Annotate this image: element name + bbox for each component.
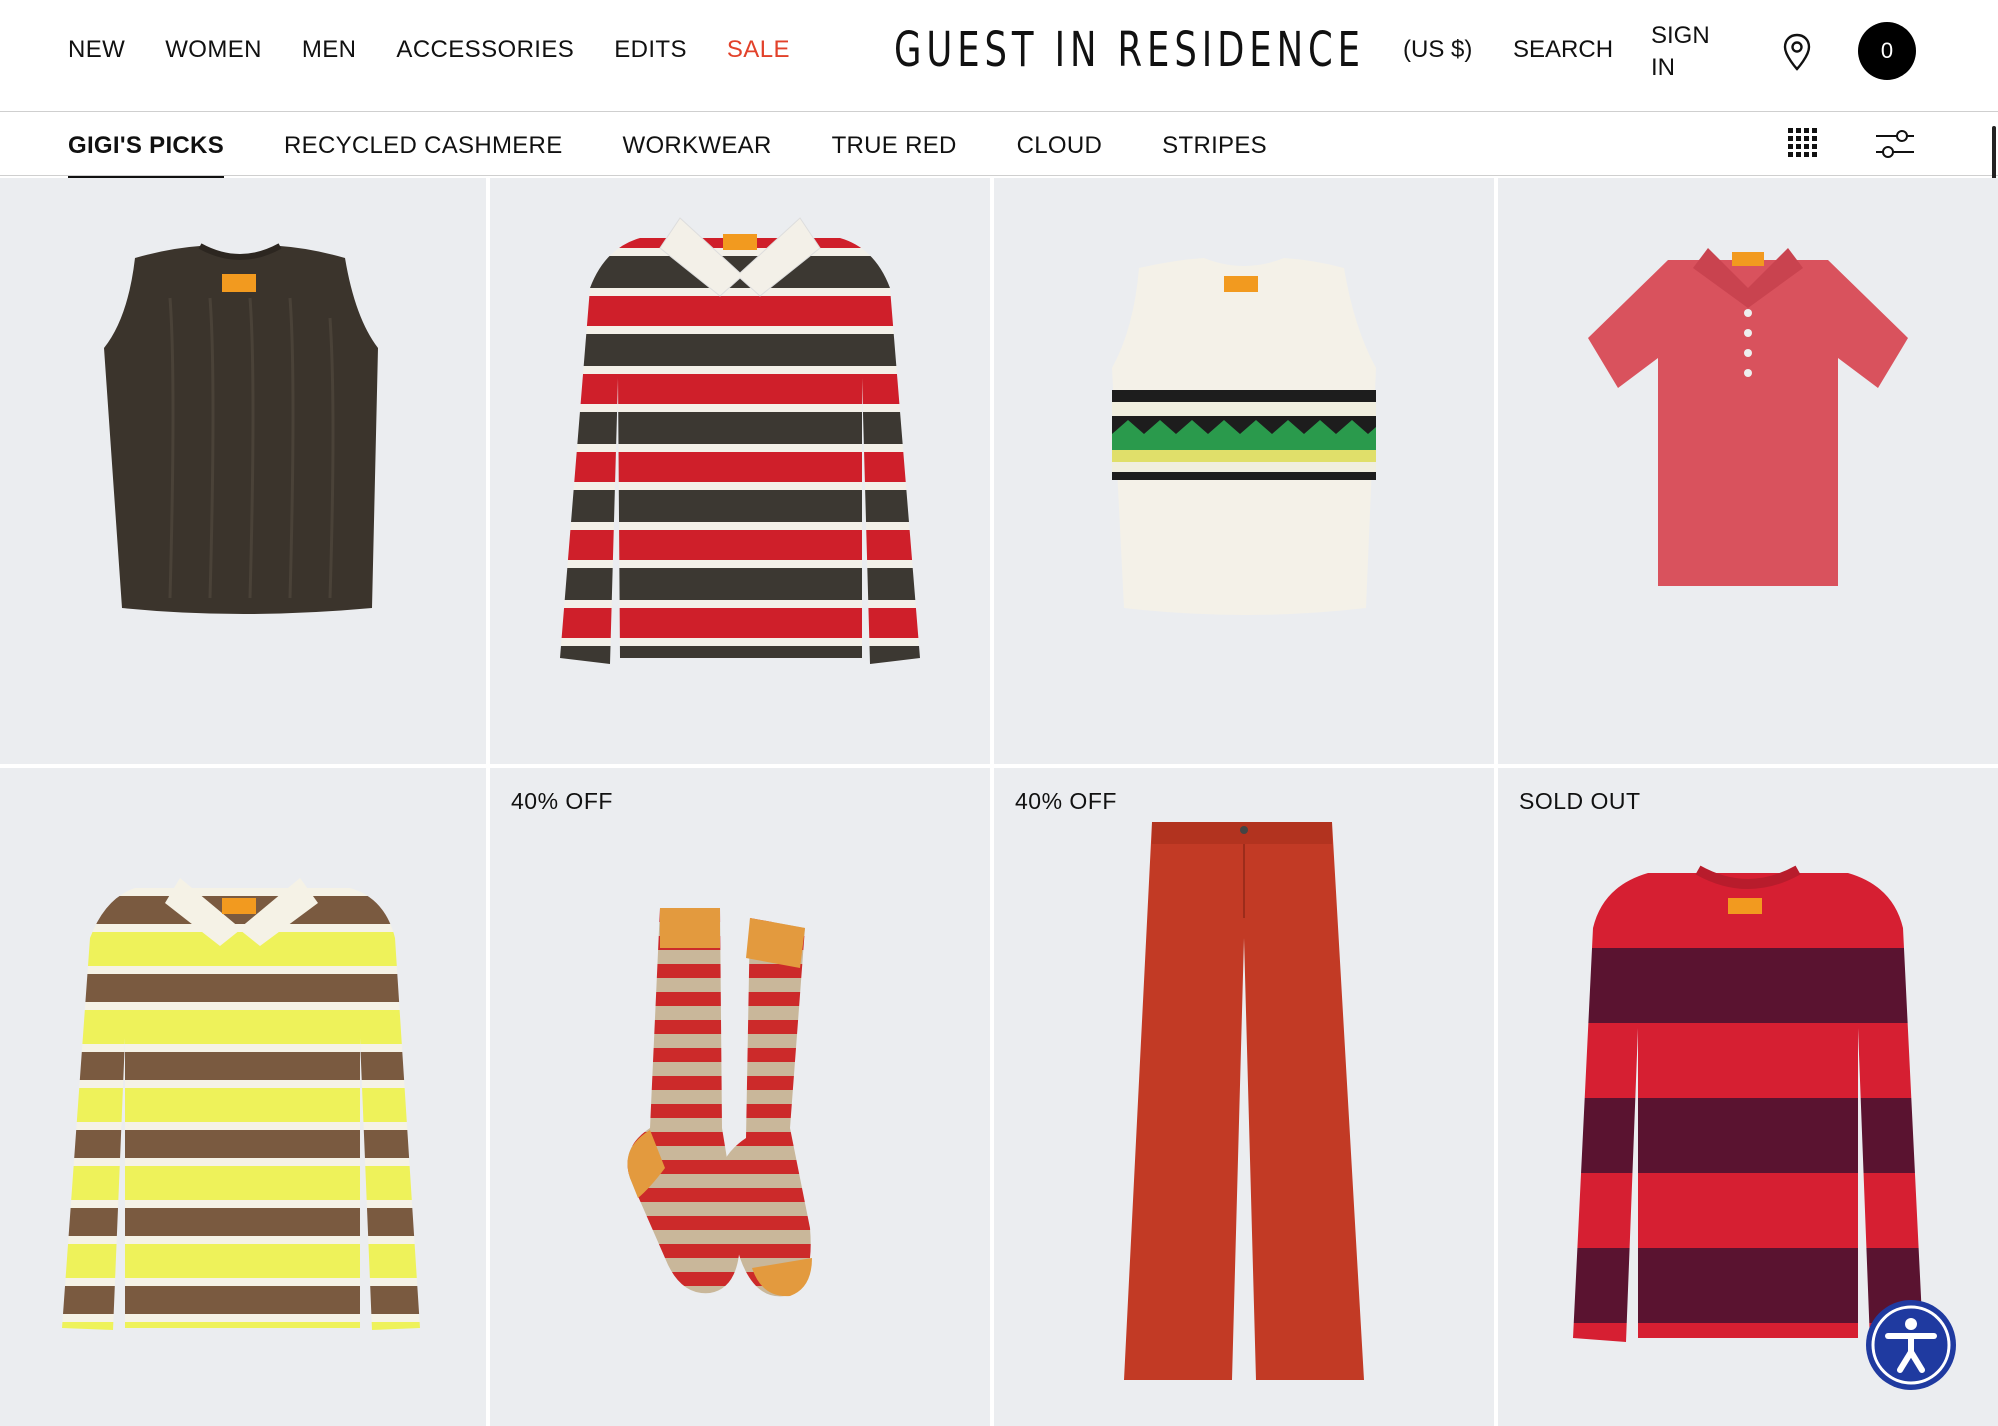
tab-cloud[interactable]: CLOUD	[1017, 132, 1103, 160]
nav-accessories[interactable]: ACCESSORIES	[396, 36, 574, 64]
category-bar: GIGI'S PICKS RECYCLED CASHMERE WORKWEAR …	[0, 112, 1998, 178]
tab-gigis-picks[interactable]: GIGI'S PICKS	[68, 132, 225, 178]
nav-sale[interactable]: SALE	[727, 36, 790, 64]
product-card[interactable]: 40% OFF	[490, 768, 990, 1426]
nav-new[interactable]: NEW	[68, 36, 125, 64]
product-image	[104, 243, 378, 614]
tab-workwear[interactable]: WORKWEAR	[623, 132, 772, 160]
product-image	[1112, 258, 1376, 615]
main-nav: NEW WOMEN MEN ACCESSORIES EDITS SALE	[68, 36, 790, 64]
product-image	[560, 217, 920, 664]
product-card[interactable]	[994, 178, 1494, 764]
product-card[interactable]	[0, 768, 486, 1426]
sign-in-label-line2: IN	[1651, 54, 1675, 81]
product-card[interactable]: 40% OFF	[994, 768, 1494, 1426]
location-pin-icon[interactable]	[1782, 32, 1812, 72]
nav-women[interactable]: WOMEN	[165, 36, 262, 64]
tab-true-red[interactable]: TRUE RED	[832, 132, 957, 160]
product-image	[627, 908, 812, 1297]
product-card[interactable]	[0, 178, 486, 764]
brand-logo[interactable]: GUEST IN RESIDENCE	[894, 22, 1365, 78]
product-card[interactable]	[1498, 178, 1998, 764]
currency-selector[interactable]: (US $)	[1403, 36, 1472, 64]
tab-recycled-cashmere[interactable]: RECYCLED CASHMERE	[284, 132, 563, 160]
tab-stripes[interactable]: STRIPES	[1162, 132, 1267, 160]
product-card[interactable]	[490, 178, 990, 764]
cart-button[interactable]: 0	[1858, 22, 1916, 80]
category-tabs: GIGI'S PICKS RECYCLED CASHMERE WORKWEAR …	[68, 132, 1267, 178]
accessibility-button[interactable]	[1866, 1300, 1956, 1390]
sign-in-label-line1: SIGN	[1651, 22, 1710, 49]
search-link[interactable]: SEARCH	[1513, 36, 1613, 64]
nav-edits[interactable]: EDITS	[614, 36, 687, 64]
product-image	[62, 878, 420, 1330]
sign-in-link[interactable]: SIGN IN	[1651, 20, 1710, 84]
filter-sliders-icon[interactable]	[1876, 128, 1914, 160]
product-image	[1588, 248, 1908, 586]
nav-men[interactable]: MEN	[302, 36, 357, 64]
top-header: NEW WOMEN MEN ACCESSORIES EDITS SALE GUE…	[0, 0, 1998, 112]
accessibility-icon	[1871, 1305, 1951, 1385]
product-image	[1124, 822, 1364, 1380]
grid-view-icon[interactable]	[1788, 128, 1818, 158]
